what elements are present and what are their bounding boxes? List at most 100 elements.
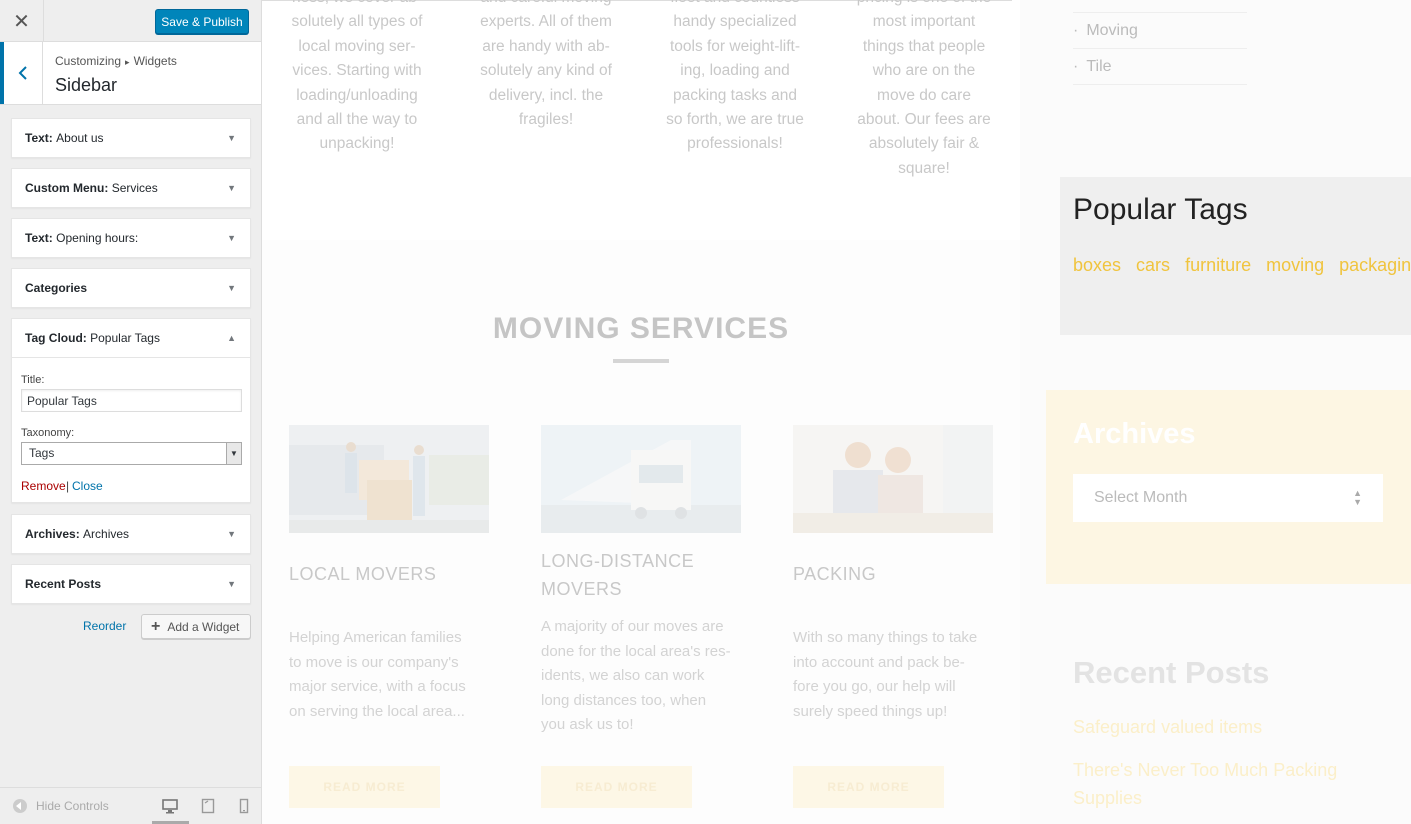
intro-line: delivery, incl. the <box>488 86 604 104</box>
service-title[interactable]: PACKING <box>793 560 993 588</box>
intro-line: move do care <box>877 86 971 104</box>
mobile-preview-icon[interactable] <box>236 798 252 814</box>
widget-text-about-us[interactable]: Text: About us ▼ <box>11 118 251 158</box>
customizer-footer: Hide Controls <box>0 787 261 824</box>
local-movers-image[interactable] <box>289 425 489 533</box>
widget-title: Archives <box>83 527 130 541</box>
caret-down-icon[interactable]: ▼ <box>227 579 236 589</box>
widget-custom-menu-services[interactable]: Custom Menu: Services ▼ <box>11 168 251 208</box>
intro-line: experts. All of them <box>480 13 612 31</box>
customizer-header: ✕ Save & Publish <box>0 0 261 42</box>
caret-down-icon[interactable]: ▼ <box>227 233 236 243</box>
service-description: Helping American families to move is our… <box>289 626 484 724</box>
intro-line: so forth, we are true <box>666 111 804 129</box>
archives-select-value: Select Month <box>1094 489 1188 506</box>
caret-down-icon[interactable]: ▼ <box>227 183 236 193</box>
service-text-line: fore you go, our help will <box>793 678 956 696</box>
reorder-link[interactable]: Reorder <box>83 619 126 633</box>
service-title[interactable]: LOCAL MOVERS <box>289 560 489 588</box>
save-publish-button[interactable]: Save & Publish <box>155 9 249 34</box>
breadcrumb: Customizing ▸ Widgets <box>55 54 177 68</box>
intro-line: most important <box>872 13 976 31</box>
caret-down-icon[interactable]: ▼ <box>227 283 236 293</box>
intro-line: professionals! <box>687 135 783 153</box>
tag-list: boxes cars furniture moving packaging <box>1073 251 1411 280</box>
breadcrumb-root: Customizing <box>55 54 122 68</box>
widget-text-opening-hours[interactable]: Text: Opening hours: ▼ <box>11 218 251 258</box>
recent-post-link[interactable]: There's Never Too Much Packing Supplies <box>1073 756 1373 812</box>
archives-title: Archives <box>1073 418 1196 450</box>
service-title[interactable]: LONG-DISTANCE MOVERS <box>541 547 721 603</box>
widget-title: About us <box>56 131 104 145</box>
tag-link[interactable]: boxes <box>1073 255 1121 275</box>
category-item[interactable]: · Moving <box>1073 12 1247 48</box>
tag-link[interactable]: furniture <box>1185 255 1251 275</box>
intro-line: and careful moving <box>471 0 621 10</box>
intro-line: vices. Starting with <box>292 62 422 80</box>
back-button[interactable] <box>0 42 43 104</box>
remove-widget-link[interactable]: Remove <box>21 479 66 493</box>
read-more-button[interactable]: READ MORE <box>793 766 944 808</box>
tag-link[interactable]: cars <box>1136 255 1170 275</box>
hide-controls-button[interactable]: Hide Controls <box>13 799 109 813</box>
category-item[interactable]: · Tile <box>1073 48 1247 84</box>
service-text-line: to move is our company's <box>289 653 459 671</box>
service-text-line: long distances too, when <box>541 691 707 709</box>
archives-select[interactable]: Select Month ▲ ▼ <box>1073 474 1383 522</box>
widget-label: Archives: Archives <box>25 527 130 541</box>
caret-up-icon[interactable]: ▲ <box>227 333 236 343</box>
close-widget-link[interactable]: Close <box>72 479 103 493</box>
read-more-button[interactable]: READ MORE <box>289 766 440 808</box>
close-customizer-button[interactable]: ✕ <box>0 0 44 42</box>
site-preview: ness, we cover ab- solutely all types of… <box>262 0 1411 824</box>
taxonomy-select[interactable]: Tags ▼ <box>21 442 242 465</box>
collapse-icon <box>13 799 27 813</box>
widget-archives[interactable]: Archives: Archives ▼ <box>11 514 251 554</box>
popular-tags-widget: Popular Tags boxes cars furniture moving pac… <box>1060 177 1411 335</box>
widget-type: Tag Cloud <box>25 331 83 345</box>
caret-down-icon[interactable]: ▼ <box>227 529 236 539</box>
read-more-button[interactable]: READ MORE <box>541 766 692 808</box>
widget-form: Title: Taxonomy: Tags ▼ Remove | Close <box>12 357 250 502</box>
widget-label: Text: Opening hours: <box>25 231 139 245</box>
intro-line: who are on the <box>872 62 976 80</box>
widget-title: Services <box>111 181 158 195</box>
dropdown-arrow-icon[interactable]: ▼ <box>226 443 241 464</box>
intro-line: pricing is one of the <box>849 0 999 10</box>
customizer-panel: ✕ Save & Publish Customizing ▸ Widgets Sid… <box>0 0 262 824</box>
caret-down-icon[interactable]: ▼ <box>227 133 236 143</box>
widget-title: Opening hours: <box>56 231 139 245</box>
hide-controls-label: Hide Controls <box>36 799 109 813</box>
widget-tag-cloud-popular-tags[interactable]: Tag Cloud: Popular Tags ▲ Title: Taxonom… <box>11 318 251 503</box>
desktop-preview-icon[interactable] <box>162 798 178 814</box>
service-description: With so many things to take into account… <box>793 626 988 724</box>
service-text-line: idents, we also can work <box>541 667 705 685</box>
widget-type: Archives <box>25 527 76 541</box>
recent-post-link[interactable]: Safeguard valued items <box>1073 713 1373 741</box>
intro-column: ness, we cover ab- solutely all types of… <box>282 0 432 157</box>
widget-label: Recent Posts <box>25 577 101 591</box>
service-text-line: major service, with a focus <box>289 678 466 696</box>
service-text-line: you ask us to! <box>541 716 634 734</box>
widget-type: Text <box>25 131 49 145</box>
close-icon: ✕ <box>13 10 30 33</box>
intro-line: tools for weight-lift- <box>669 37 801 55</box>
packing-image[interactable] <box>793 425 993 533</box>
widget-categories[interactable]: Categories ▼ <box>11 268 251 308</box>
widget-label: Tag Cloud: Popular Tags <box>25 331 160 345</box>
add-widget-button[interactable]: + Add a Widget <box>141 614 251 639</box>
widget-title-input[interactable] <box>21 389 242 412</box>
service-text-line: into account and pack be- <box>793 653 965 671</box>
tag-link[interactable]: packaging <box>1339 255 1411 275</box>
tablet-preview-icon[interactable] <box>200 798 216 814</box>
site-sidebar: · Moving · Tile Popular Tags boxes cars furn… <box>1020 0 1411 824</box>
select-arrows-icon: ▲ ▼ <box>1353 488 1362 507</box>
intro-line: absolutely fair & <box>868 135 980 153</box>
service-text-line: A majority of our moves are <box>541 618 724 635</box>
widget-recent-posts[interactable]: Recent Posts ▼ <box>11 564 251 604</box>
section-title: Sidebar <box>55 75 118 95</box>
intro-line: square! <box>898 159 950 177</box>
long-distance-movers-image[interactable] <box>541 425 741 533</box>
tag-link[interactable]: moving <box>1266 255 1324 275</box>
intro-column: pricing is one of the most important thi… <box>849 0 999 181</box>
